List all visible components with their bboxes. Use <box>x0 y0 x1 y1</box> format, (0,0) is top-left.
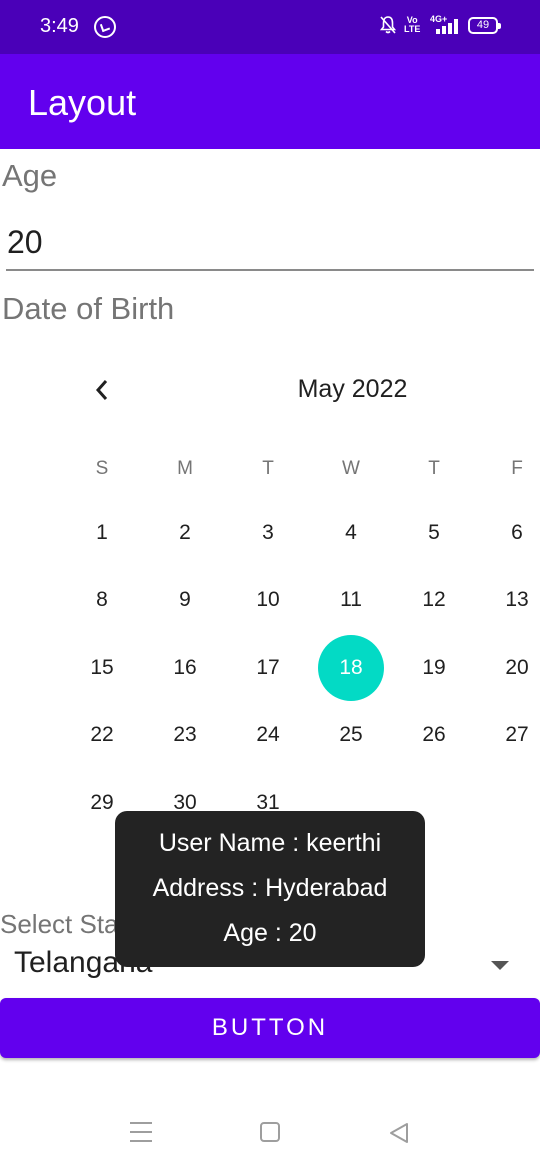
chevron-left-icon <box>95 380 108 400</box>
calendar-day[interactable]: 12 <box>401 567 467 633</box>
weekday-header: S <box>95 458 109 479</box>
volte-icon: Vo LTE <box>404 16 420 34</box>
signal-bar <box>442 26 446 34</box>
calendar-day[interactable]: 5 <box>401 500 467 566</box>
navigation-bar <box>0 1100 540 1170</box>
submit-button[interactable]: BUTTON <box>0 998 540 1058</box>
toast-line-username: User Name : keerthi <box>158 829 382 857</box>
weekday-header: M <box>177 458 193 479</box>
toast-line-age: Age : 20 <box>223 919 317 947</box>
calendar-day[interactable]: 20 <box>484 635 540 701</box>
signal-bar <box>448 23 452 34</box>
app-title: Layout <box>28 82 137 123</box>
weekday-header: T <box>428 458 440 479</box>
calendar-day[interactable]: 24 <box>235 702 301 768</box>
battery-icon: 49 <box>468 17 501 34</box>
calendar-day[interactable]: 23 <box>152 702 218 768</box>
age-label: Age <box>2 158 58 193</box>
calendar-day[interactable]: 9 <box>152 567 218 633</box>
age-input[interactable] <box>6 216 534 271</box>
weekday-header: T <box>262 458 274 479</box>
calendar-day[interactable]: 10 <box>235 567 301 633</box>
toast-message: User Name : keerthi Address : Hyderabad … <box>115 811 425 967</box>
calendar-day-selected[interactable]: 18 <box>318 635 384 701</box>
calendar-day[interactable]: 11 <box>318 567 384 633</box>
signal-bar <box>436 29 440 34</box>
calendar-day[interactable]: 26 <box>401 702 467 768</box>
calendar-day[interactable]: 4 <box>318 500 384 566</box>
home-button[interactable] <box>260 1122 280 1142</box>
dropdown-arrow-icon <box>491 961 509 970</box>
volte-bottom-text: LTE <box>404 24 421 34</box>
calendar-month-label: May 2022 <box>297 375 408 403</box>
weekday-header: F <box>511 458 523 479</box>
calendar-day[interactable]: 13 <box>484 567 540 633</box>
weekday-header: W <box>342 458 360 479</box>
calendar-day[interactable]: 25 <box>318 702 384 768</box>
whatsapp-icon <box>94 16 116 38</box>
signal-bar <box>454 19 458 34</box>
status-time: 3:49 <box>40 15 79 37</box>
calendar-day[interactable]: 17 <box>235 635 301 701</box>
calendar-day[interactable]: 15 <box>69 635 135 701</box>
toast-line-address: Address : Hyderabad <box>152 874 388 902</box>
calendar-day[interactable]: 19 <box>401 635 467 701</box>
calendar-day[interactable]: 3 <box>235 500 301 566</box>
calendar-day[interactable]: 2 <box>152 500 218 566</box>
calendar-day[interactable]: 1 <box>69 500 135 566</box>
calendar-day[interactable]: 8 <box>69 567 135 633</box>
calendar-day[interactable]: 22 <box>69 702 135 768</box>
app-bar: Layout <box>0 54 540 149</box>
bell-off-icon <box>380 16 396 34</box>
previous-month-button[interactable] <box>86 372 118 410</box>
recent-apps-button[interactable] <box>130 1122 152 1144</box>
back-button[interactable] <box>388 1121 410 1145</box>
signal-icon: 4G+ <box>430 14 462 36</box>
calendar-day[interactable]: 16 <box>152 635 218 701</box>
date-of-birth-label: Date of Birth <box>2 291 175 326</box>
calendar-day[interactable]: 6 <box>484 500 540 566</box>
calendar-day[interactable]: 27 <box>484 702 540 768</box>
status-bar: 3:49 Vo LTE 4G+ 49 <box>0 0 540 54</box>
